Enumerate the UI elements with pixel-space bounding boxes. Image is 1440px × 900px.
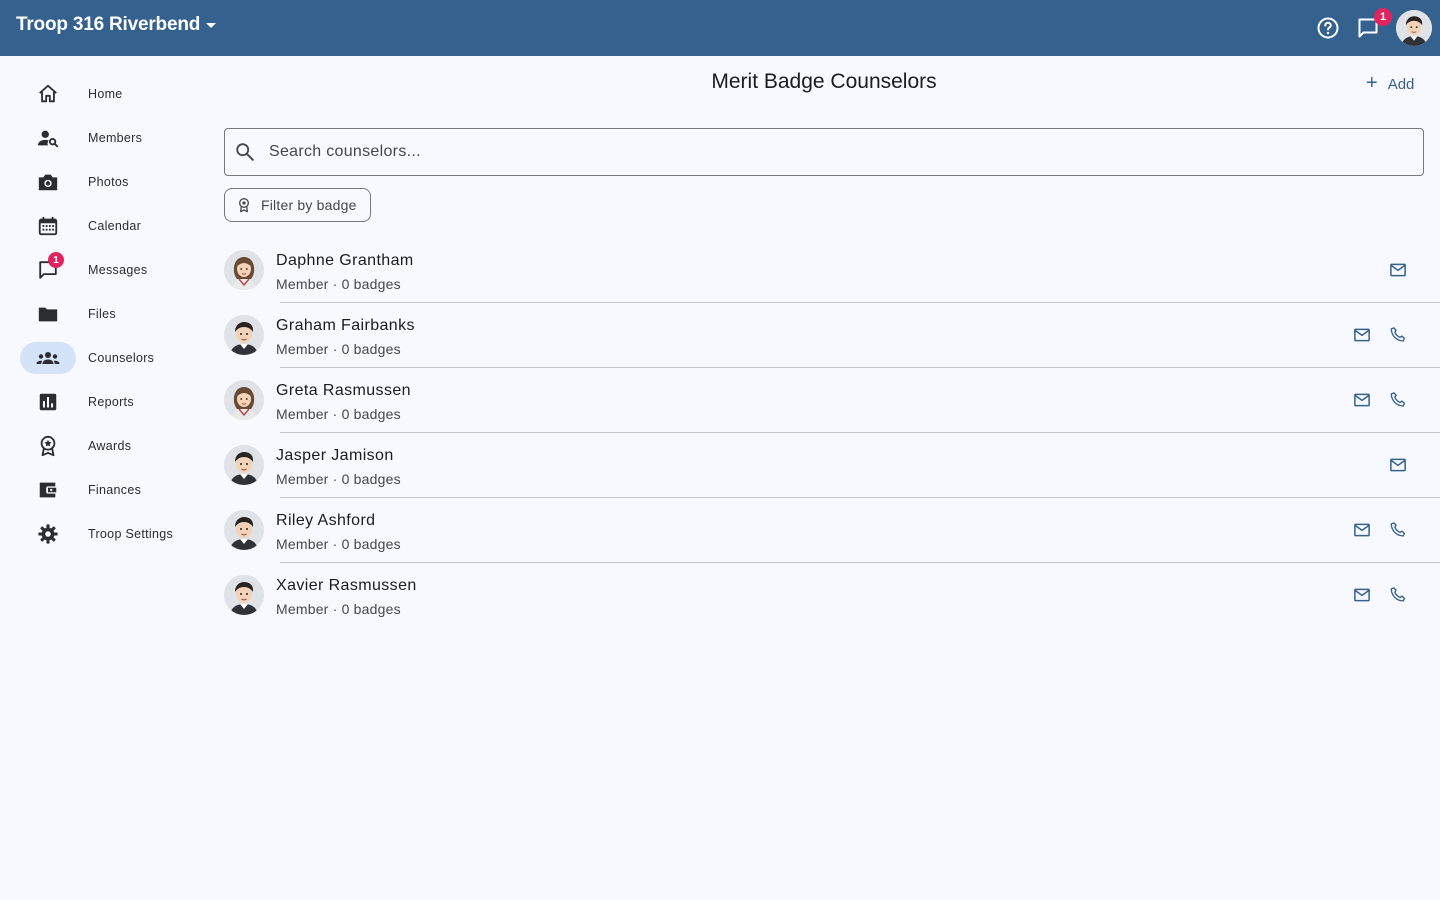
phone-button[interactable] [1386,518,1410,542]
phone-button[interactable] [1386,583,1410,607]
sidebar-item-label: Calendar [88,219,142,233]
email-button[interactable] [1386,258,1410,282]
sidebar-item-reports[interactable]: Reports [20,386,200,418]
top-app-bar: Troop 316 Riverbend 1 [0,0,1440,56]
sidebar-item-messages[interactable]: 1 Messages [20,252,200,286]
filter-chip-label: Filter by badge [261,197,357,213]
folder-icon [20,298,76,330]
counselor-list: Daphne Grantham Member · 0 badges Graham F… [224,238,1440,628]
help-button[interactable] [1312,12,1344,44]
counselor-subtitle: Member · 0 badges [276,471,401,487]
sidebar-item-label: Troop Settings [88,527,174,541]
email-button[interactable] [1350,388,1374,412]
sidebar-nav: Home Members Photos Calendar 1 Messages … [0,56,210,900]
counselor-subtitle: Member · 0 badges [276,406,401,422]
counselor-subtitle: Member · 0 badges [276,601,401,617]
chat-icon: 1 [20,252,76,286]
counselor-name: Graham Fairbanks [276,317,415,334]
sidebar-item-label: Awards [88,439,132,453]
counselor-row[interactable]: Jasper Jamison Member · 0 badges [224,433,1440,498]
counselor-name: Riley Ashford [276,512,376,529]
sidebar-item-troop-settings[interactable]: Troop Settings [20,518,200,550]
counselor-name: Daphne Grantham [276,252,414,269]
wallet-icon [20,474,76,506]
home-icon [20,78,76,110]
user-avatar[interactable] [1396,10,1432,46]
sidebar-item-calendar[interactable]: Calendar [20,210,200,242]
add-button-label: Add [1387,75,1415,93]
help-icon [1317,17,1339,39]
award-icon [20,430,76,462]
email-button[interactable] [1350,323,1374,347]
sidebar-item-label: Reports [88,395,134,409]
phone-icon [1390,522,1406,537]
mail-icon [1354,588,1370,602]
male-avatar-icon [224,315,264,355]
caret-down-icon [206,22,217,28]
counselor-row[interactable]: Graham Fairbanks Member · 0 badges [224,303,1440,368]
male-avatar-icon [224,510,264,550]
email-button[interactable] [1386,453,1410,477]
groups-icon [20,342,76,374]
mail-icon [1354,523,1370,537]
sidebar-item-label: Files [88,307,116,321]
sidebar-item-label: Messages [88,263,148,277]
male-avatar-icon [224,445,264,485]
sidebar-item-label: Members [88,131,143,145]
counselor-subtitle: Member · 0 badges [276,536,401,552]
messages-nav-badge: 1 [48,252,64,268]
counselor-row[interactable]: Greta Rasmussen Member · 0 badges [224,368,1440,433]
filter-by-badge-chip[interactable]: Filter by badge [224,188,371,222]
page-title: Merit Badge Counselors [711,70,937,93]
phone-icon [1390,392,1406,407]
sidebar-item-label: Home [88,87,123,101]
mail-icon [1390,458,1406,472]
counselor-row[interactable]: Xavier Rasmussen Member · 0 badges [224,563,1440,628]
female-avatar-icon [224,250,264,290]
counselor-subtitle: Member · 0 badges [276,276,401,292]
counselor-name: Greta Rasmussen [276,382,411,399]
phone-icon [1390,587,1406,602]
search-icon [233,140,257,164]
gear-icon [20,518,76,550]
sidebar-item-label: Photos [88,175,129,189]
plus-icon: + [1366,71,1378,94]
search-input[interactable] [269,143,1369,161]
counselor-row[interactable]: Riley Ashford Member · 0 badges [224,498,1440,563]
sidebar-item-awards[interactable]: Awards [20,430,200,462]
sidebar-item-photos[interactable]: Photos [20,166,200,198]
email-button[interactable] [1350,518,1374,542]
troop-name: Troop 316 Riverbend [16,14,201,35]
counselor-row[interactable]: Daphne Grantham Member · 0 badges [224,238,1440,303]
badge-icon [235,196,253,214]
sidebar-item-label: Finances [88,483,142,497]
camera-icon [20,166,76,198]
phone-icon [1390,327,1406,342]
phone-button[interactable] [1386,388,1410,412]
sidebar-item-home[interactable]: Home [20,78,200,110]
female-avatar-icon [224,380,264,420]
calendar-icon [20,210,76,242]
search-box [224,128,1424,176]
messages-badge: 1 [1374,8,1392,26]
mail-icon [1390,263,1406,277]
bar-chart-icon [20,386,76,418]
add-counselor-button[interactable]: + Add [1366,70,1414,98]
mail-icon [1354,328,1370,342]
person-search-icon [20,122,76,154]
phone-button[interactable] [1386,323,1410,347]
male-avatar-icon [1396,10,1432,46]
sidebar-item-members[interactable]: Members [20,122,200,154]
male-avatar-icon [224,575,264,615]
counselor-subtitle: Member · 0 badges [276,341,401,357]
sidebar-item-finances[interactable]: Finances [20,474,200,506]
troop-switcher[interactable]: Troop 316 Riverbend [16,14,217,36]
sidebar-item-counselors[interactable]: Counselors [20,342,200,374]
email-button[interactable] [1350,583,1374,607]
sidebar-item-label: Counselors [88,351,155,365]
sidebar-item-files[interactable]: Files [20,298,200,330]
counselor-name: Xavier Rasmussen [276,577,417,594]
mail-icon [1354,393,1370,407]
counselor-name: Jasper Jamison [276,447,394,464]
